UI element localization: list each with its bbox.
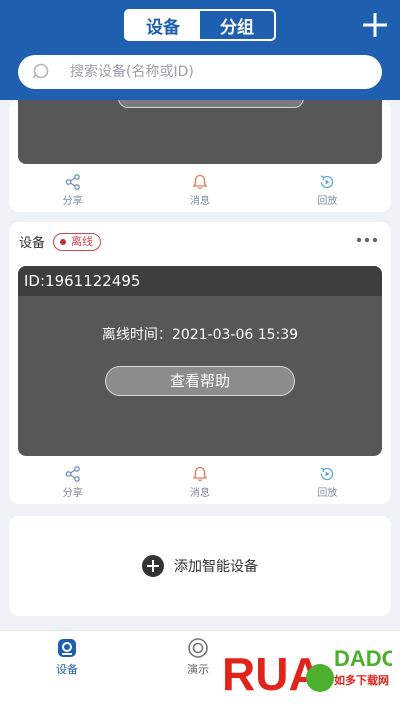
tab-demo-label: 演示 xyxy=(187,663,209,676)
svg-text:DADO: DADO xyxy=(334,646,392,671)
more-icon[interactable] xyxy=(355,234,379,246)
plus-icon[interactable] xyxy=(360,10,390,40)
card-actions: 分享 消息 回放 xyxy=(9,168,391,212)
offline-time: 离线时间：2021-03-06 15:39 xyxy=(101,327,299,343)
device-header: 设备 离线 xyxy=(19,232,102,251)
message-label: 消息 xyxy=(189,196,210,207)
device-id: ID:1961122495 xyxy=(18,266,382,296)
playback-label: 回放 xyxy=(317,488,338,499)
tab-devices-bottom[interactable]: 设备 xyxy=(37,637,97,677)
message-button[interactable]: 消息 xyxy=(136,460,263,504)
status-dot xyxy=(60,238,67,245)
demo-icon xyxy=(188,638,208,658)
overlay-button-edge xyxy=(118,100,304,108)
message-label: 消息 xyxy=(189,488,210,499)
playback-button[interactable]: 回放 xyxy=(264,168,391,212)
view-switch: 设备 分组 xyxy=(124,9,276,41)
video-preview[interactable] xyxy=(18,100,382,164)
add-device-label: 添加智能设备 xyxy=(174,559,258,575)
share-icon xyxy=(65,466,80,482)
share-label: 分享 xyxy=(62,488,83,499)
search-input[interactable] xyxy=(68,63,382,81)
playback-icon xyxy=(321,467,334,481)
tab-groups[interactable]: 分组 xyxy=(200,11,274,39)
tab-devices-label: 设备 xyxy=(56,663,78,676)
bell-icon xyxy=(192,466,208,482)
tab-devices[interactable]: 设备 xyxy=(126,11,200,39)
device-card-1: 分享 消息 回放 xyxy=(9,100,391,212)
video-preview[interactable]: ID:1961122495 离线时间：2021-03-06 15:39 查看帮助 xyxy=(18,266,382,456)
add-circle-icon xyxy=(142,555,164,577)
watermark-logo: RUA DADO 如多下载网 xyxy=(222,636,399,706)
share-button[interactable]: 分享 xyxy=(9,168,136,212)
help-button[interactable]: 查看帮助 xyxy=(105,366,295,396)
playback-label: 回放 xyxy=(317,196,338,207)
device-icon xyxy=(58,639,76,657)
share-button[interactable]: 分享 xyxy=(9,460,136,504)
search-bar xyxy=(18,55,382,89)
status-badge: 离线 xyxy=(53,232,102,251)
card-actions: 分享 消息 回放 xyxy=(9,460,391,504)
device-card-2: 设备 离线 ID:1961122495 离线时间：2021-03-06 15:3… xyxy=(9,222,391,504)
top-bar: 设备 分组 xyxy=(0,0,400,100)
playback-icon xyxy=(321,175,334,189)
tab-demo[interactable]: 演示 xyxy=(168,637,228,677)
share-label: 分享 xyxy=(62,196,83,207)
message-button[interactable]: 消息 xyxy=(136,168,263,212)
add-device-card: 添加智能设备 xyxy=(9,516,391,616)
playback-button[interactable]: 回放 xyxy=(264,460,391,504)
status-text: 离线 xyxy=(71,234,94,248)
share-icon xyxy=(65,174,80,190)
device-name: 设备 xyxy=(19,236,46,251)
search-icon xyxy=(33,63,49,79)
add-device-button[interactable]: 添加智能设备 xyxy=(9,516,391,616)
watermark-image: RUA DADO xyxy=(222,646,399,700)
bell-icon xyxy=(192,174,208,190)
watermark-subtext: 如多下载网 xyxy=(334,674,389,687)
